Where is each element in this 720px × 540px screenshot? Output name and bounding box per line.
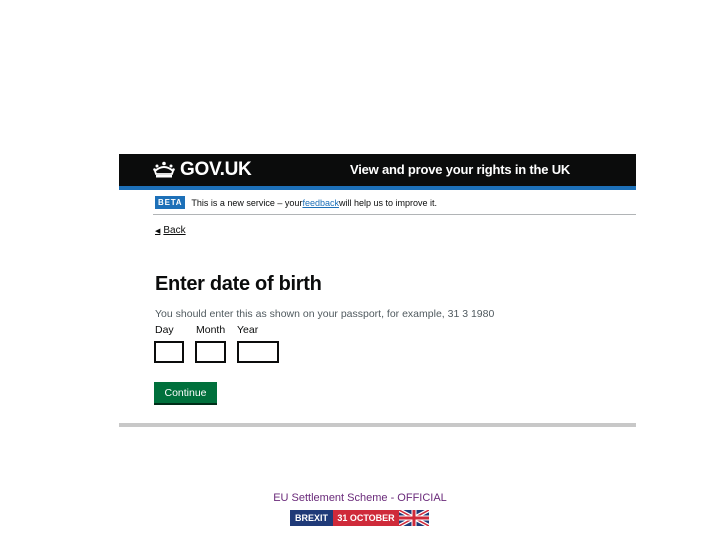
logo-text: GOV.UK xyxy=(180,159,252,180)
header-accent-bar xyxy=(119,186,636,190)
year-label: Year xyxy=(237,324,259,336)
page-title: Enter date of birth xyxy=(155,273,322,295)
phase-banner: BETA This is a new service – your feedba… xyxy=(155,196,437,209)
beta-tag: BETA xyxy=(155,196,186,209)
site-header: GOV.UK View and prove your rights in the… xyxy=(119,154,636,186)
phase-text-before: This is a new service – your xyxy=(191,197,303,208)
classification-label: EU Settlement Scheme - OFFICIAL xyxy=(273,492,447,504)
phase-text-after: will help us to improve it. xyxy=(338,197,438,208)
date-hint: You should enter this as shown on your p… xyxy=(155,308,495,320)
continue-button[interactable]: Continue xyxy=(154,382,217,405)
crown-icon xyxy=(153,161,175,179)
month-input[interactable] xyxy=(195,341,226,363)
union-flag-icon xyxy=(399,510,429,526)
phase-banner-divider xyxy=(153,214,636,215)
year-input[interactable] xyxy=(237,341,279,363)
gov-uk-page-screenshot: GOV.UK View and prove your rights in the… xyxy=(119,154,636,427)
back-link-label: Back xyxy=(163,225,186,236)
service-name-link[interactable]: View and prove your rights in the UK xyxy=(350,162,570,178)
brexit-banner: BREXIT 31 OCTOBER xyxy=(290,510,429,526)
day-label: Day xyxy=(155,324,174,336)
day-input[interactable] xyxy=(154,341,184,363)
gov-uk-logo-link[interactable]: GOV.UK xyxy=(153,159,252,180)
back-link[interactable]: ◀ Back xyxy=(155,225,186,236)
feedback-link[interactable]: feedback xyxy=(302,198,339,208)
chevron-left-icon: ◀ xyxy=(155,227,161,235)
brexit-label: BREXIT xyxy=(290,510,333,526)
brexit-date: 31 OCTOBER xyxy=(333,510,399,526)
month-label: Month xyxy=(196,324,226,336)
